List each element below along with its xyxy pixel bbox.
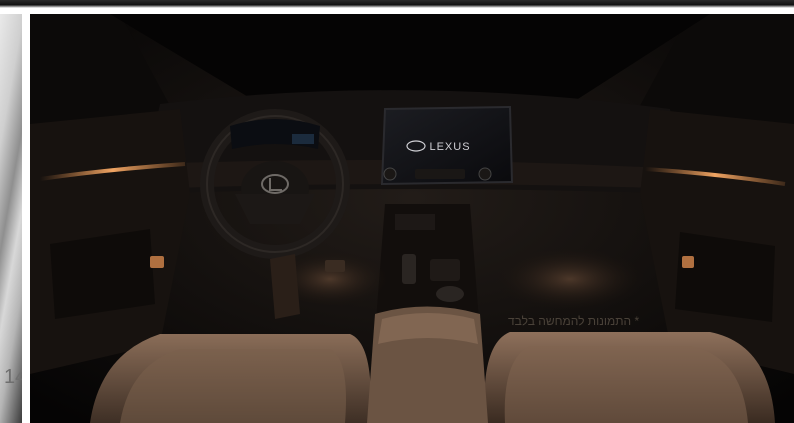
- disclaimer-text: * התמונות להמחשה בלבד: [508, 314, 640, 328]
- interior-photo: LEXUS * התמונות להמחשה בלבד: [30, 14, 794, 423]
- page-number: 14: [4, 366, 22, 388]
- interior-illustration: LEXUS: [30, 14, 794, 423]
- top-photo-strip: [0, 0, 794, 8]
- screen-logo-text: LEXUS: [429, 141, 470, 153]
- left-photo-partial: 14: [0, 14, 22, 423]
